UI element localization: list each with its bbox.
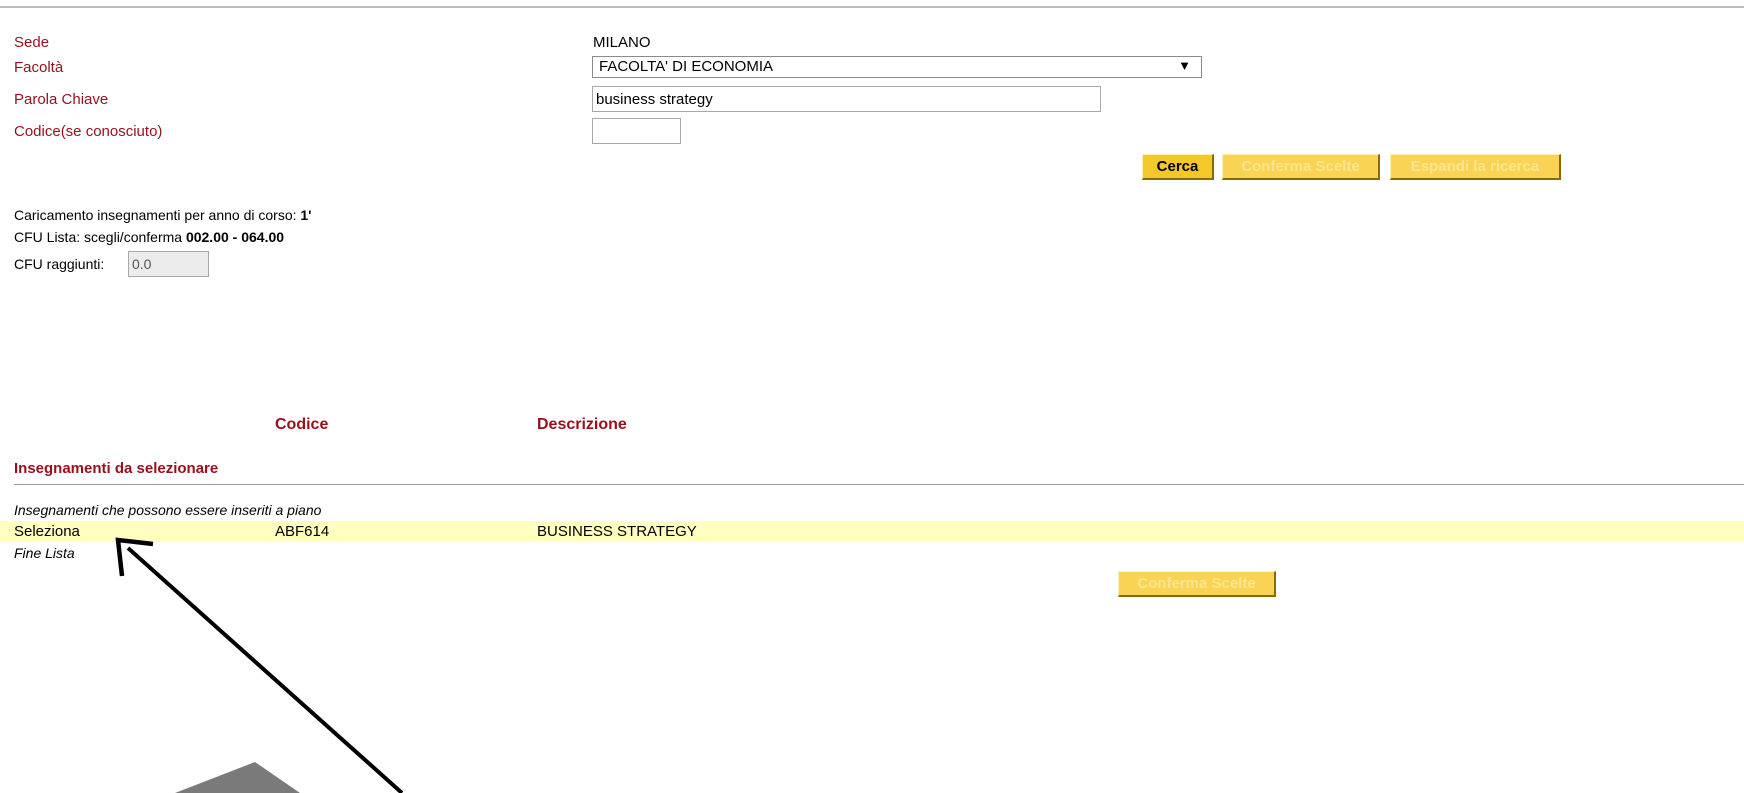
arrow-line <box>126 546 404 793</box>
gray-shape-icon <box>175 762 300 793</box>
annotation-overlay <box>115 537 404 793</box>
arrow-head-icon <box>115 537 154 577</box>
